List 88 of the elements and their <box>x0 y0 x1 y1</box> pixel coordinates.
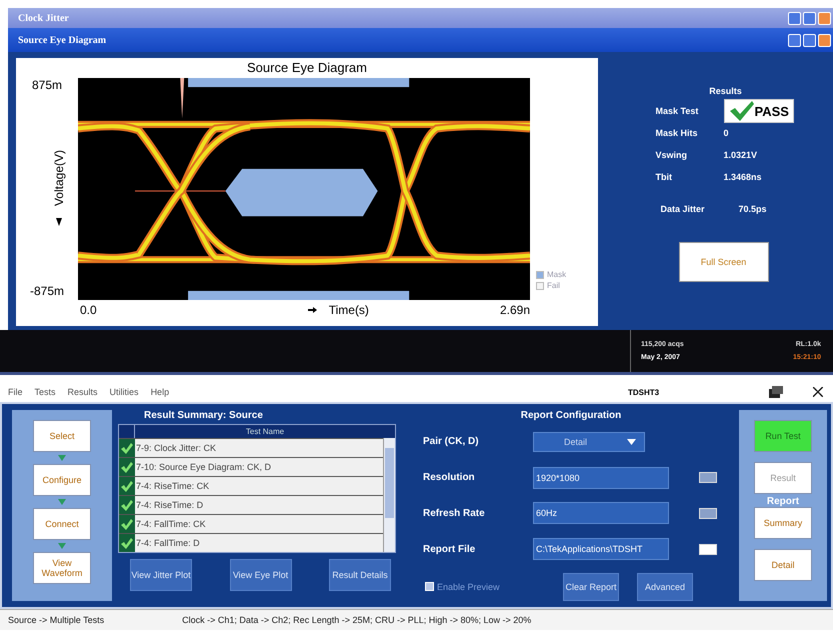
section-title: Result Summary: Source <box>143 410 264 423</box>
results-heading: Results <box>709 86 742 96</box>
close-button[interactable] <box>813 387 823 397</box>
column-header: Test Name <box>244 426 286 438</box>
app-name: TDSHT3 <box>628 388 660 396</box>
scrollbar[interactable] <box>383 438 395 552</box>
nav-button[interactable]: Select <box>33 420 91 452</box>
minimize-button[interactable] <box>788 34 801 46</box>
result-label: Mask Test <box>656 106 700 116</box>
keypad-button[interactable] <box>699 508 717 519</box>
checkmark-icon <box>121 480 133 492</box>
keypad-button[interactable] <box>699 472 717 484</box>
nav-button[interactable]: Connect <box>33 508 91 540</box>
windows-icon <box>769 386 783 398</box>
window-title: Clock Jitter <box>18 12 69 24</box>
axis-title: Time(s) <box>328 303 369 317</box>
group-label: Report <box>766 496 800 507</box>
legend-label: Mask <box>547 270 566 279</box>
checkmark-icon <box>121 538 133 548</box>
result-value: 0 <box>724 128 729 138</box>
close-button[interactable] <box>818 34 831 46</box>
minimize-button[interactable] <box>788 12 801 24</box>
action-button[interactable]: Advanced <box>637 572 693 601</box>
result-value: 1.3468ns <box>724 172 762 182</box>
caret-icon <box>627 438 636 445</box>
nav-button[interactable]: Configure <box>33 464 91 496</box>
arrow-down-icon <box>58 499 66 505</box>
checkmark-icon <box>728 101 754 121</box>
result-label: Vswing <box>656 150 688 160</box>
nav-button[interactable]: View Waveform <box>33 552 91 584</box>
run-test-button[interactable]: Run Test <box>754 420 812 452</box>
field-label: Report File <box>423 544 476 555</box>
menu-item[interactable]: Help <box>150 387 170 397</box>
legend-label: Fail <box>547 281 560 290</box>
maximize-button[interactable] <box>803 34 816 46</box>
scrollbar-thumb[interactable] <box>385 448 394 518</box>
axis-tick-label: 2.69n <box>500 303 530 317</box>
field-label: Resolution <box>423 472 476 484</box>
pair-dropdown[interactable]: Detail <box>533 432 645 452</box>
table-cell[interactable]: 7-4: RiseTime: CK <box>135 477 383 495</box>
full-screen-button[interactable]: Full Screen <box>678 242 768 282</box>
checkmark-icon <box>121 518 133 530</box>
status-text: Clock -> Ch1; Data -> Ch2; Rec Length -> 25M; CRU -> PLL; High -> 80%; Low -> 20% <box>182 615 532 625</box>
axis-tick-label: -875m <box>30 284 64 298</box>
arrow-down-icon <box>58 543 66 549</box>
result-label: Tbit <box>656 172 673 182</box>
action-button[interactable]: Clear Report <box>563 572 619 601</box>
table-cell[interactable]: 7-9: Clock Jitter: CK <box>135 439 383 457</box>
field-label: Pair (CK, D) <box>423 436 480 448</box>
axis-tick-label: 0.0 <box>80 303 97 317</box>
result-label: Data Jitter <box>660 204 706 214</box>
result-label: Mask Hits <box>656 128 699 138</box>
checkmark-icon <box>121 500 133 510</box>
action-button[interactable]: View Eye Plot <box>230 559 292 591</box>
field-label: Refresh Rate <box>423 508 486 519</box>
checkmark-icon <box>121 442 133 454</box>
menu-item[interactable]: Utilities <box>110 387 139 397</box>
plot-title: Source Eye Diagram <box>246 59 368 77</box>
section-title: Report Configuration <box>520 410 622 423</box>
axis-tick-label: 875m <box>32 78 62 92</box>
arrow-down-icon <box>56 218 62 226</box>
result-value: 1.0321V <box>724 150 758 160</box>
table-cell[interactable]: 7-10: Source Eye Diagram: CK, D <box>135 458 383 476</box>
checkmark-icon <box>121 462 133 472</box>
input-field[interactable]: 60Hz <box>533 502 669 524</box>
action-button[interactable]: Detail <box>754 549 812 581</box>
checkbox[interactable] <box>425 582 434 592</box>
browse-button[interactable] <box>699 544 717 555</box>
action-button[interactable]: Summary <box>754 507 812 539</box>
menu-item[interactable]: File <box>8 387 23 397</box>
menu-item[interactable]: Tests <box>34 387 56 397</box>
table-cell[interactable]: 7-4: FallTime: CK <box>135 515 383 533</box>
pass-badge: PASS <box>724 99 794 123</box>
axis-title: Voltage(V) <box>52 150 66 206</box>
input-field[interactable]: 1920*1080 <box>533 466 669 489</box>
arrow-right-icon <box>308 307 317 313</box>
window-title: Source Eye Diagram <box>18 34 106 46</box>
menu-item[interactable]: Results <box>68 387 98 397</box>
arrow-down-icon <box>58 455 66 461</box>
table-cell[interactable]: 7-4: FallTime: D <box>135 534 383 552</box>
maximize-button[interactable] <box>803 12 816 24</box>
status-text: Source -> Multiple Tests <box>8 615 104 625</box>
action-button[interactable]: Result Details <box>329 559 391 591</box>
table-cell[interactable]: 7-4: RiseTime: D <box>135 496 383 514</box>
action-button[interactable]: View Jitter Plot <box>130 559 192 591</box>
input-field[interactable]: C:\TekApplications\TDSHT <box>533 538 669 560</box>
result-value: 70.5ps <box>738 204 767 214</box>
checkbox-label[interactable]: Enable Preview <box>437 582 500 592</box>
